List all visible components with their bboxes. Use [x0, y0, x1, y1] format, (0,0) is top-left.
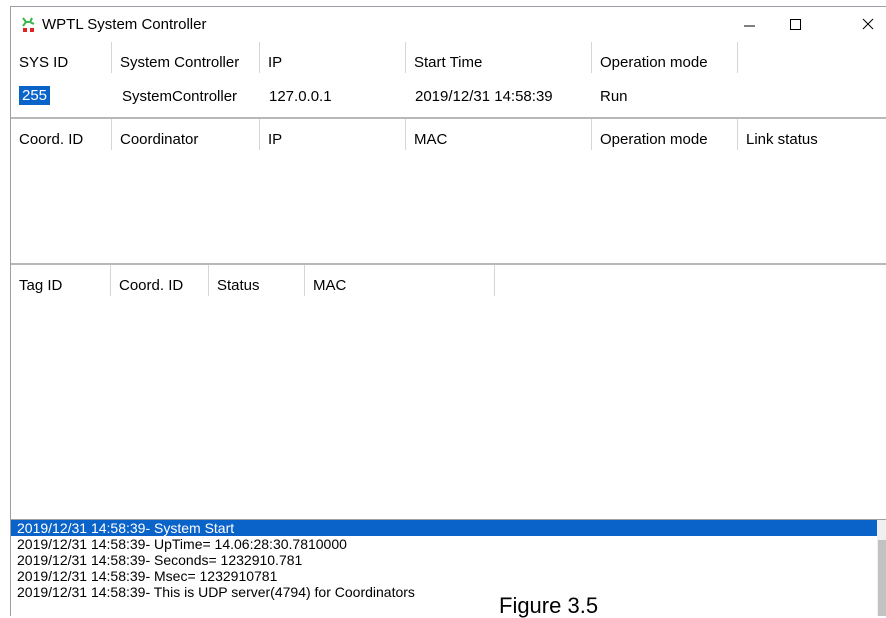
column-header-coord-mac[interactable]: MAC [406, 119, 592, 150]
column-header-start-time[interactable]: Start Time [406, 42, 592, 73]
log-line[interactable]: 2019/12/31 14:58:39- Seconds= 1232910.78… [11, 552, 886, 568]
column-header-tag-id[interactable]: Tag ID [11, 265, 111, 296]
close-icon [862, 18, 874, 30]
window-title: WPTL System Controller [42, 16, 207, 33]
minimize-icon [744, 25, 755, 27]
maximize-button[interactable] [773, 7, 817, 41]
coordinator-grid[interactable]: Coord. ID Coordinator IP MAC Operation m… [11, 119, 886, 265]
column-header-tag-mac[interactable]: MAC [305, 265, 495, 296]
system-grid[interactable]: SYS ID System Controller IP Start Time O… [11, 42, 886, 119]
column-header-coord-operation-mode[interactable]: Operation mode [592, 119, 738, 150]
maximize-icon [790, 19, 801, 30]
log-line[interactable]: 2019/12/31 14:58:39- This is UDP server(… [11, 584, 886, 600]
log-list[interactable]: 2019/12/31 14:58:39- System Start 2019/1… [11, 519, 886, 616]
column-header-tag-status[interactable]: Status [209, 265, 305, 296]
figure-caption: Figure 3.5 [495, 595, 603, 617]
cell-sys-id[interactable]: 255 [19, 86, 51, 105]
log-line[interactable]: 2019/12/31 14:58:39- Msec= 1232910781 [11, 568, 886, 584]
column-header-sys-id[interactable]: SYS ID [11, 42, 112, 73]
column-header-tag-coord-id[interactable]: Coord. ID [111, 265, 209, 296]
cell-ip[interactable]: 127.0.0.1 [269, 88, 332, 105]
wptl-app-icon [22, 17, 35, 32]
close-button[interactable] [841, 7, 885, 41]
log-scroll-thumb[interactable] [878, 540, 886, 616]
column-header-operation-mode[interactable]: Operation mode [592, 42, 738, 73]
column-header-link-status[interactable]: Link status [738, 119, 886, 150]
minimize-button[interactable] [727, 7, 771, 41]
column-header-ip[interactable]: IP [260, 42, 406, 73]
log-line[interactable]: 2019/12/31 14:58:39- UpTime= 14.06:28:30… [11, 536, 886, 552]
column-header-coord-ip[interactable]: IP [260, 119, 406, 150]
app-window: WPTL System Controller SYS ID System Con… [10, 6, 886, 616]
column-header-system-controller[interactable]: System Controller [112, 42, 260, 73]
cell-start-time[interactable]: 2019/12/31 14:58:39 [415, 88, 553, 105]
column-header-coord-id[interactable]: Coord. ID [11, 119, 112, 150]
tag-grid[interactable]: Tag ID Coord. ID Status MAC [11, 265, 886, 520]
log-line[interactable]: 2019/12/31 14:58:39- System Start [11, 520, 877, 536]
cell-operation-mode[interactable]: Run [600, 88, 628, 105]
log-scrollbar[interactable] [877, 520, 886, 616]
column-header-coordinator[interactable]: Coordinator [112, 119, 260, 150]
cell-system-controller[interactable]: SystemController [122, 88, 237, 105]
title-bar[interactable]: WPTL System Controller [11, 7, 886, 41]
